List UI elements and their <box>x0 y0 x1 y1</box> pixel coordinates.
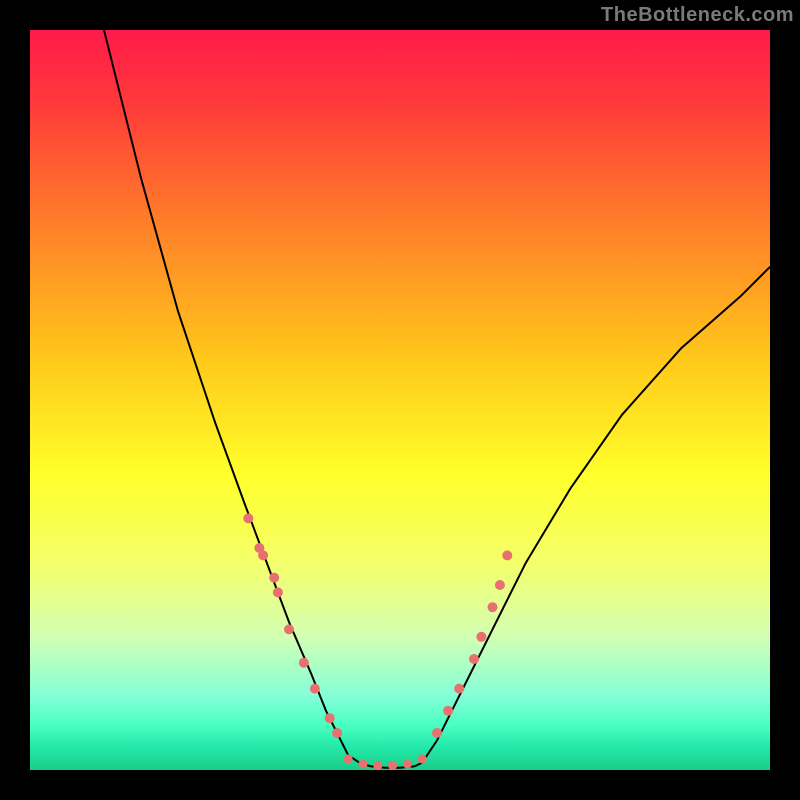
marker-dot <box>488 602 498 612</box>
marker-dot <box>469 654 479 664</box>
marker-dot <box>443 706 453 716</box>
curve-left-curve <box>104 30 359 763</box>
marker-dot <box>476 632 486 642</box>
marker-dot <box>454 684 464 694</box>
plot-area <box>30 30 770 770</box>
bottleneck-curve <box>104 30 770 768</box>
marker-dot <box>344 754 353 763</box>
marker-dot <box>269 573 279 583</box>
marker-dot <box>502 550 512 560</box>
marker-dot <box>432 728 442 738</box>
marker-dot <box>325 713 335 723</box>
marker-dot <box>310 684 320 694</box>
watermark-text: TheBottleneck.com <box>601 4 794 27</box>
marker-dot <box>258 550 268 560</box>
marker-dot <box>418 754 427 763</box>
marker-dot <box>403 760 412 769</box>
marker-dot <box>373 761 382 770</box>
chart-svg <box>30 30 770 770</box>
marker-dot <box>284 624 294 634</box>
marker-dot <box>359 760 368 769</box>
marker-dot <box>299 658 309 668</box>
marker-dot <box>388 761 397 770</box>
data-markers <box>243 513 512 770</box>
marker-dot <box>332 728 342 738</box>
marker-dot <box>495 580 505 590</box>
marker-dot <box>273 587 283 597</box>
curve-right-curve <box>422 267 770 763</box>
chart-container: TheBottleneck.com <box>0 0 800 800</box>
marker-dot <box>243 513 253 523</box>
